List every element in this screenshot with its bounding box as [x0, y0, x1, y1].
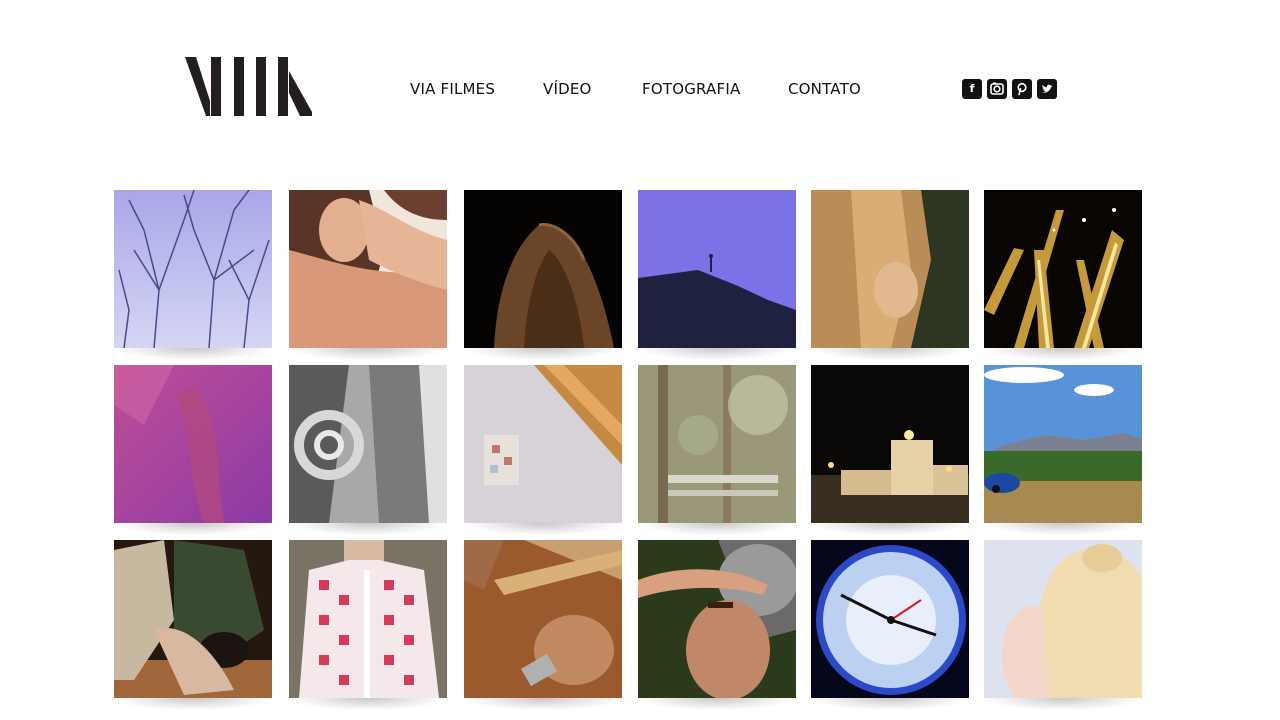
page: VIA FILMES VÍDEO FOTOGRAFIA CONTATO f: [0, 0, 1280, 720]
gallery-thumbnail-17[interactable]: [811, 540, 969, 710]
thumbnail-image: [811, 540, 969, 698]
thumbnail-image: [464, 190, 622, 348]
gallery-thumbnail-8[interactable]: [289, 365, 447, 535]
twitter-glyph: [1041, 84, 1053, 93]
instagram-icon[interactable]: [987, 79, 1007, 99]
thumbnail-image: [289, 365, 447, 523]
gallery-thumbnail-7[interactable]: [114, 365, 272, 535]
thumbnail-image: [638, 190, 796, 348]
gallery-thumbnail-13[interactable]: [114, 540, 272, 710]
thumbnail-image: [811, 190, 969, 348]
gallery-thumbnail-10[interactable]: [638, 365, 796, 535]
gallery-thumbnail-16[interactable]: [638, 540, 796, 710]
via-logo-mark: [185, 57, 312, 116]
thumbnail-image: [464, 365, 622, 523]
gallery-thumbnail-3[interactable]: [464, 190, 622, 360]
instagram-glyph: [990, 82, 1004, 95]
nav-contato[interactable]: CONTATO: [788, 79, 861, 99]
nav-via-filmes[interactable]: VIA FILMES: [410, 79, 495, 99]
facebook-icon[interactable]: f: [962, 79, 982, 99]
thumbnail-image: [289, 540, 447, 698]
twitter-icon[interactable]: [1037, 79, 1057, 99]
thumbnail-image: [984, 190, 1142, 348]
pinterest-glyph: [1017, 82, 1027, 96]
gallery-thumbnail-6[interactable]: [984, 190, 1142, 360]
thumbnail-image: [811, 365, 969, 523]
facebook-glyph: f: [969, 82, 975, 95]
gallery-thumbnail-2[interactable]: [289, 190, 447, 360]
thumbnail-image: [114, 540, 272, 698]
gallery-thumbnail-15[interactable]: [464, 540, 622, 710]
gallery-thumbnail-9[interactable]: [464, 365, 622, 535]
thumbnail-image: [638, 540, 796, 698]
gallery-thumbnail-12[interactable]: [984, 365, 1142, 535]
thumbnail-image: [289, 190, 447, 348]
thumbnail-image: [114, 365, 272, 523]
gallery-thumbnail-14[interactable]: [289, 540, 447, 710]
gallery-thumbnail-4[interactable]: [638, 190, 796, 360]
gallery-thumbnail-11[interactable]: [811, 365, 969, 535]
nav-fotografia[interactable]: FOTOGRAFIA: [642, 79, 740, 99]
thumbnail-image: [114, 190, 272, 348]
via-logo[interactable]: [185, 57, 312, 116]
thumbnail-image: [464, 540, 622, 698]
pinterest-icon[interactable]: [1012, 79, 1032, 99]
thumbnail-image: [984, 540, 1142, 698]
nav-video[interactable]: VÍDEO: [543, 79, 592, 99]
gallery-thumbnail-18[interactable]: [984, 540, 1142, 710]
thumbnail-image: [638, 365, 796, 523]
gallery-thumbnail-5[interactable]: [811, 190, 969, 360]
gallery-thumbnail-1[interactable]: [114, 190, 272, 360]
thumbnail-image: [984, 365, 1142, 523]
